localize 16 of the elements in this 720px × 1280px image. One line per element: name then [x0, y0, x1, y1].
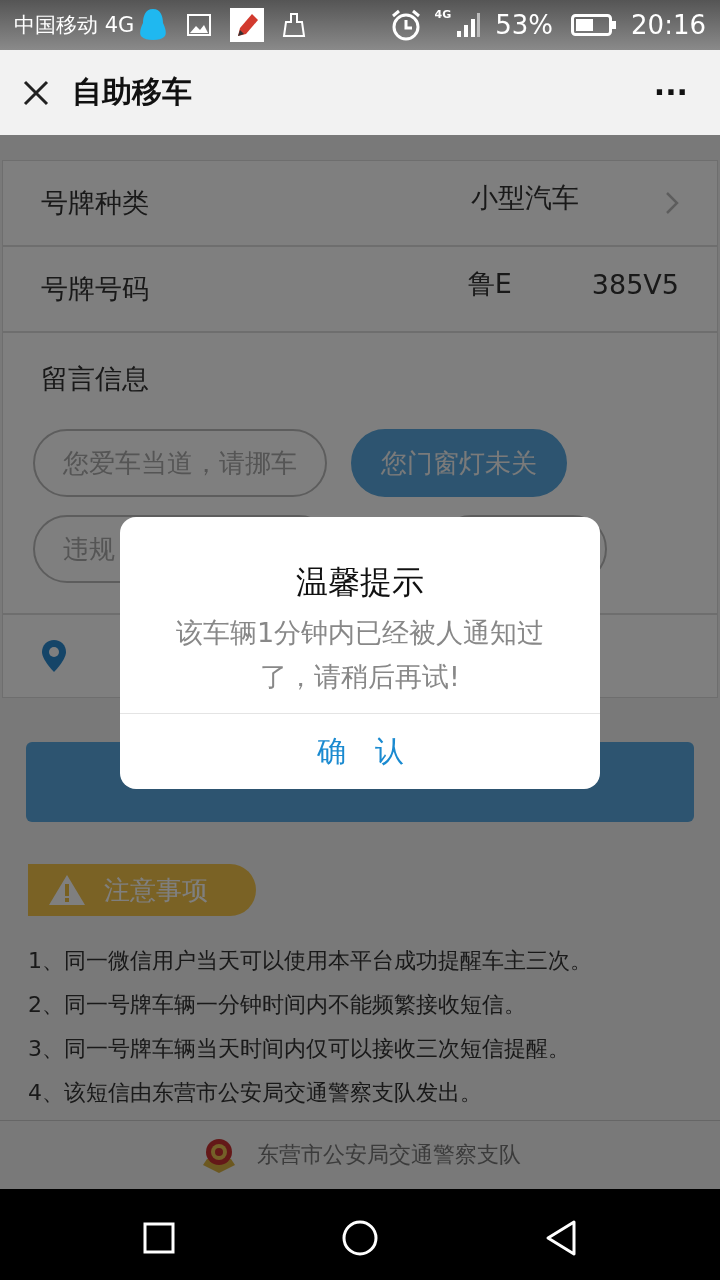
dialog-title: 温馨提示: [296, 562, 424, 603]
notice-item: 4、该短信由东营市公安局交通警察支队发出。: [28, 1079, 483, 1107]
notice-title: 注意事项: [104, 873, 208, 907]
field-label: 号牌号码: [41, 272, 149, 306]
network-label: 4G: [434, 8, 452, 21]
field-label: 号牌种类: [41, 186, 149, 220]
notice-item: 2、同一号牌车辆一分钟时间内不能频繁接收短信。: [28, 991, 527, 1019]
page-title: 自助移车: [72, 73, 192, 111]
notice-item: 1、同一微信用户当天可以使用本平台成功提醒车主三次。: [28, 947, 593, 975]
clock: 20:16: [631, 10, 706, 40]
carrier: 中国移动 4G: [14, 12, 135, 39]
battery-percent: 53%: [495, 10, 554, 40]
dialog-message: 该车辆1分钟内已经被人通知过了，请稍后再试!: [174, 616, 546, 694]
footer-text: 东营市公安局交通警察支队: [257, 1141, 521, 1169]
field-label: 留言信息: [41, 363, 149, 394]
notice-item: 3、同一号牌车辆当天时间内仅可以接收三次短信提醒。: [28, 1035, 571, 1063]
